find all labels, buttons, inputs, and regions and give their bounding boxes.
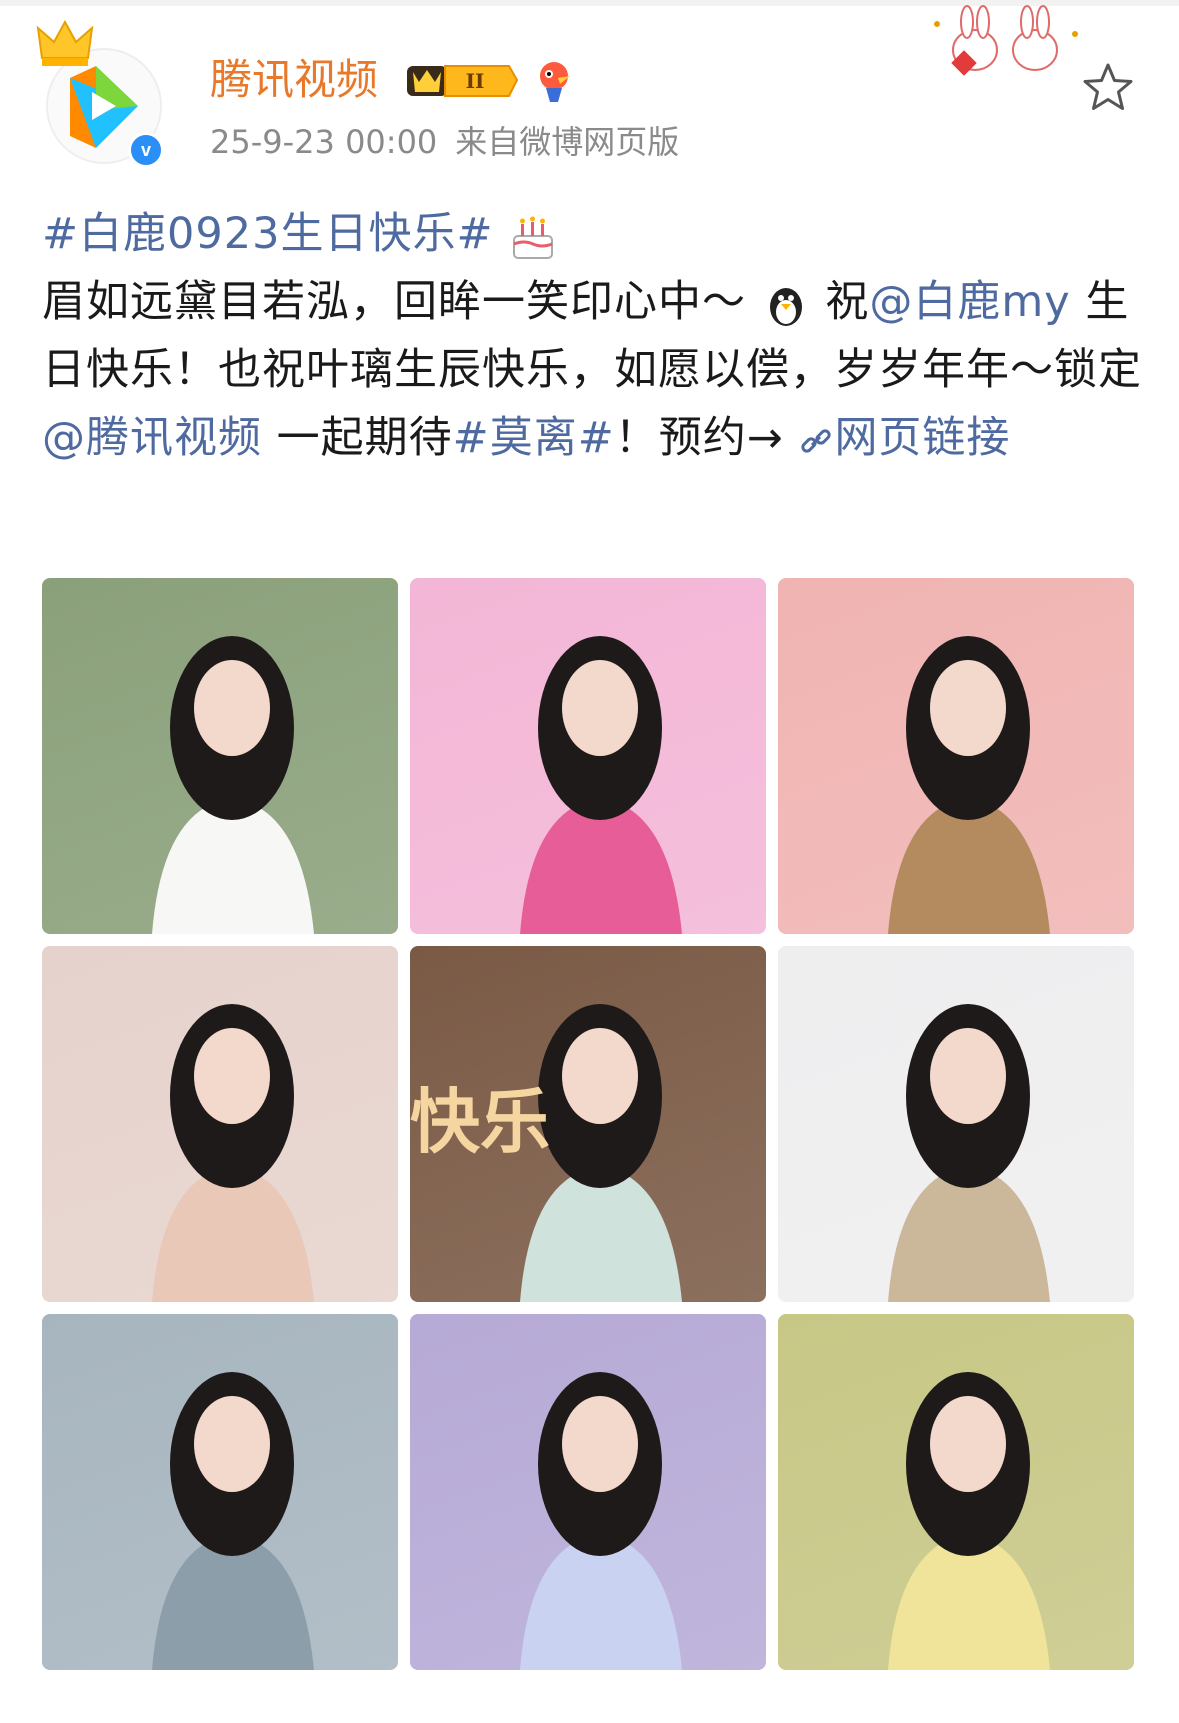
portrait-figure [520,1372,682,1670]
photo-7[interactable] [42,1314,398,1670]
link-icon [801,428,832,453]
verified-badge-icon: v [128,132,164,168]
photo-2[interactable] [410,578,766,934]
post-text-line4: ！预约→ [614,413,784,463]
vip-level-badge: II [407,65,519,97]
photo-overlay-text: 快乐 [410,1080,550,1163]
web-link-text[interactable]: 网页链接 [834,413,1010,463]
bottom-fade [0,1688,1179,1723]
bunny-decoration-icon [934,5,1078,76]
photo-4[interactable] [42,946,398,1302]
photo-9[interactable] [778,1314,1134,1670]
portrait-figure [888,1372,1050,1670]
hashtag-birthday[interactable]: #白鹿0923生日快乐# [42,209,494,259]
portrait-figure [152,1372,314,1670]
favorite-star-icon[interactable] [1080,60,1136,116]
photo-6[interactable] [778,946,1134,1302]
post-text-line1: 眉如远黛目若泓，回眸一笑印心中～ [42,277,746,327]
portrait-figure [152,636,314,934]
photo-5[interactable]: 快乐 [410,946,766,1302]
wish-prefix: 祝 [825,277,870,327]
portrait-figure [888,1004,1050,1302]
crown-icon [36,20,94,66]
mention-bailu[interactable]: @白鹿my [869,277,1070,327]
post-meta: 25-9-23 00:00 来自微博网页版 [210,120,697,164]
birthday-cake-icon [513,216,554,259]
portrait-figure [888,636,1050,934]
post-source: 来自微博网页版 [455,123,680,161]
web-link[interactable]: 网页链接 [798,413,1010,463]
post-body: #白鹿0923生日快乐# 眉如远黛目若泓，回眸一笑印心中～ 祝@白鹿my 生日快… [42,200,1152,472]
timestamp: 25-9-23 00:00 [210,123,438,161]
photo-3[interactable] [778,578,1134,934]
avatar-container[interactable]: v [36,20,168,168]
username[interactable]: 腾讯视频 [210,52,378,108]
portrait-figure [520,636,682,934]
photo-1[interactable] [42,578,398,934]
portrait-figure [152,1004,314,1302]
post-text-line3: 一起期待 [262,413,453,463]
penguin-icon [769,287,802,326]
mention-tencent-video[interactable]: @腾讯视频 [42,413,262,463]
photo-grid: 快乐 [42,578,1138,1673]
photo-8[interactable] [410,1314,766,1670]
vip-level-text: II [466,69,485,93]
hashtag-moli[interactable]: #莫离# [453,413,615,463]
bird-icon [540,62,570,102]
